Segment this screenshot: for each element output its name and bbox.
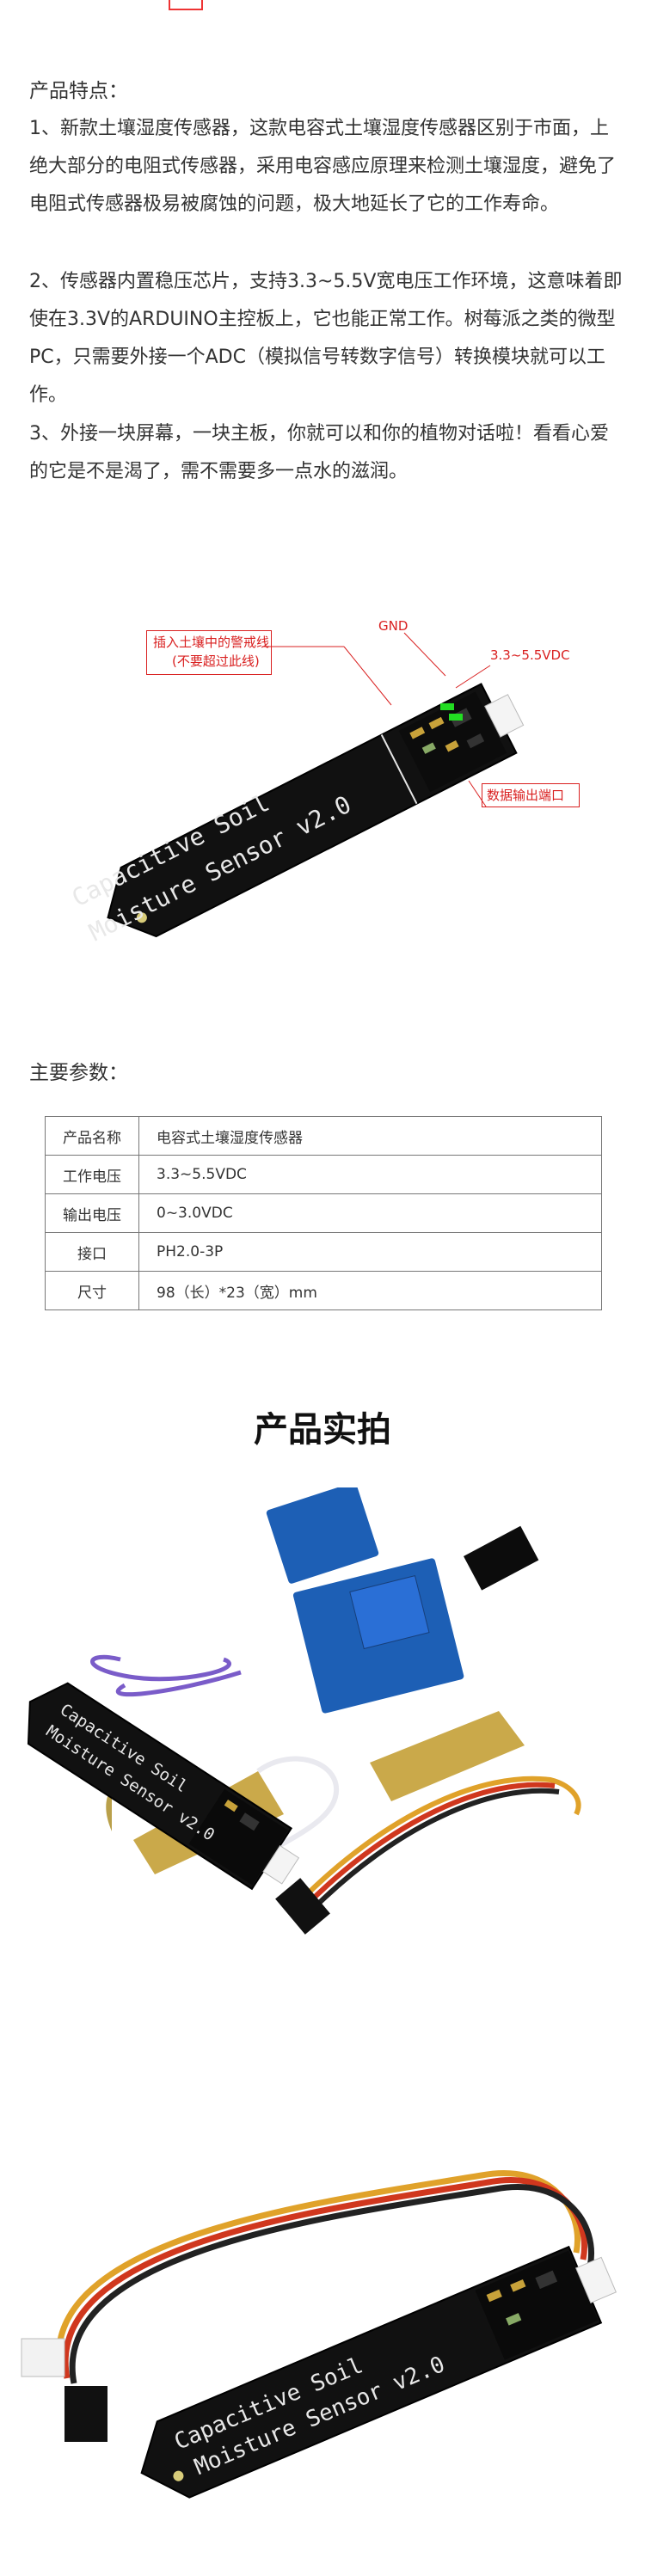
param-value: 0~3.0VDC <box>138 1193 602 1233</box>
param-key: 产品名称 <box>45 1116 139 1156</box>
gnd-label: GND <box>378 618 408 634</box>
param-key: 输出电压 <box>45 1193 139 1233</box>
product-photo-sensor: Capacitive Soil Moisture Sensor v2.0 <box>21 2170 617 2499</box>
param-key: 接口 <box>45 1232 139 1272</box>
param-key: 尺寸 <box>45 1271 139 1310</box>
param-value: PH2.0-3P <box>138 1232 602 1272</box>
photos-title: 产品实拍 <box>254 1410 391 1450</box>
table-row: 产品名称 电容式土壤湿度传感器 <box>45 1116 602 1156</box>
sensor-diagram: Capacitive Soil Moisture Sensor v2.0 <box>67 632 525 947</box>
table-row: 接口 PH2.0-3P <box>45 1232 602 1272</box>
param-value: 3.3~5.5VDC <box>138 1155 602 1194</box>
output-label-frame <box>482 783 580 807</box>
warning-label-frame <box>146 630 272 675</box>
feature-item-2: 2、传感器内置稳压芯片，支持3.3~5.5V宽电压工作环境，这意味着即使在3.3… <box>29 271 623 406</box>
param-value: 98（长）*23（宽）mm <box>138 1271 602 1310</box>
product-photo-kit: Capacitive Soil Moisture Sensor v2.0 <box>27 1487 581 1935</box>
params-heading: 主要参数： <box>29 1062 128 1084</box>
top-decoration <box>169 0 203 10</box>
param-value: 电容式土壤湿度传感器 <box>138 1116 602 1156</box>
vcc-label: 3.3~5.5VDC <box>490 647 570 663</box>
table-row: 工作电压 3.3~5.5VDC <box>45 1155 602 1194</box>
params-table: 产品名称 电容式土壤湿度传感器 工作电压 3.3~5.5VDC 输出电压 0~3.0V… <box>45 1116 602 1310</box>
table-row: 输出电压 0~3.0VDC <box>45 1193 602 1233</box>
table-row: 尺寸 98（长）*23（宽）mm <box>45 1271 602 1310</box>
param-key: 工作电压 <box>45 1155 139 1194</box>
features-heading: 产品特点： <box>29 80 128 102</box>
feature-item-3: 3、外接一块屏幕，一块主板，你就可以和你的植物对话啦！看看心爱的它是不是渴了，需… <box>29 423 609 482</box>
feature-item-1: 1、新款土壤湿度传感器，这款电容式土壤湿度传感器区别于市面，上绝大部分的电阻式传… <box>29 118 617 215</box>
